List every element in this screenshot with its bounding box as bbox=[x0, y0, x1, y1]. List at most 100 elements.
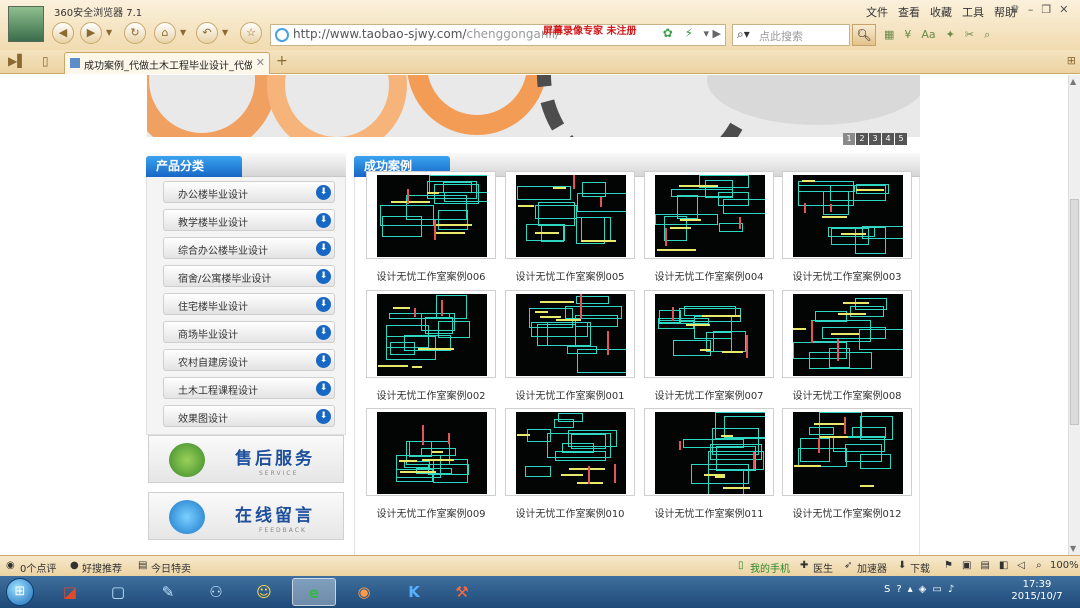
menu-file[interactable]: 文件 bbox=[866, 4, 888, 20]
case-title[interactable]: 设计无忧工作室案例009 bbox=[356, 505, 506, 520]
system-clock[interactable]: 17:39 2015/10/7 bbox=[1000, 579, 1074, 603]
scroll-down-icon[interactable]: ▼ bbox=[1070, 544, 1076, 553]
comments-count[interactable]: 0个点评 bbox=[20, 560, 56, 575]
recommend-icon[interactable]: ● bbox=[70, 560, 79, 571]
case-title[interactable]: 设计无忧工作室案例010 bbox=[495, 505, 645, 520]
translate-icon[interactable]: Aa bbox=[921, 28, 935, 42]
category-item[interactable]: 效果图设计 ⬇ bbox=[163, 405, 335, 427]
undo-dropdown-icon[interactable]: ▼ bbox=[222, 28, 228, 37]
system-tray-icons[interactable]: S?▴◈▭♪ bbox=[884, 584, 960, 595]
address-bar[interactable]: http://www.taobao-sjwy.com/chenggonganli… bbox=[270, 24, 726, 46]
zoom-level-icon[interactable]: ⌕ bbox=[1036, 560, 1042, 571]
menu-view[interactable]: 查看 bbox=[898, 4, 920, 20]
case-title[interactable]: 设计无忧工作室案例011 bbox=[634, 505, 784, 520]
category-item[interactable]: 综合办公楼毕业设计 ⬇ bbox=[163, 237, 335, 259]
comment-icon[interactable]: ◉ bbox=[6, 560, 15, 571]
doctor-link[interactable]: 医生 bbox=[813, 560, 833, 575]
phone-icon[interactable]: ▯ bbox=[738, 560, 744, 571]
qq-icon[interactable]: ☺ bbox=[242, 578, 286, 606]
menu-favorites[interactable]: 收藏 bbox=[930, 4, 952, 20]
skin-icon[interactable]: ♛ bbox=[1010, 3, 1020, 16]
search-button[interactable]: 🔍︎ bbox=[852, 24, 876, 46]
accelerator-link[interactable]: 加速器 bbox=[857, 560, 887, 575]
case-title[interactable]: 设计无忧工作室案例001 bbox=[495, 387, 645, 402]
category-item[interactable]: 住宅楼毕业设计 ⬇ bbox=[163, 293, 335, 315]
case-title[interactable]: 设计无忧工作室案例003 bbox=[772, 268, 922, 283]
case-title[interactable]: 设计无忧工作室案例008 bbox=[772, 387, 922, 402]
case-thumbnail[interactable] bbox=[782, 171, 912, 259]
apps-icon[interactable]: ▦ bbox=[884, 28, 894, 42]
doctor-icon[interactable]: ✚ bbox=[800, 560, 808, 571]
recorder-icon[interactable]: ◉ bbox=[342, 578, 386, 606]
undo-icon[interactable]: ↶ bbox=[196, 22, 218, 44]
case-thumbnail[interactable] bbox=[782, 290, 912, 378]
case-thumbnail[interactable] bbox=[505, 290, 635, 378]
zoom-icon[interactable]: ⌕ bbox=[984, 28, 990, 42]
case-title[interactable]: 设计无忧工作室案例012 bbox=[772, 505, 922, 520]
banner-slideshow[interactable] bbox=[147, 75, 920, 137]
pencil-icon[interactable]: ✎ bbox=[146, 578, 190, 606]
sidebar-toggle-icon[interactable]: ▶▌ bbox=[8, 54, 26, 68]
search-box[interactable]: ⌕▾ 点此搜索 bbox=[732, 24, 850, 46]
status-tool-icons[interactable]: ⚑▣▤◧◁ bbox=[944, 560, 1034, 571]
money-icon[interactable]: ¥ bbox=[904, 28, 911, 42]
case-thumbnail[interactable] bbox=[782, 408, 912, 496]
address-dropdown-icon[interactable]: ▾ ▶ bbox=[704, 27, 721, 40]
tab-current[interactable]: 成功案例_代做土木工程毕业设计_代做建筑 ✕ bbox=[64, 52, 270, 74]
close-icon[interactable]: ✕ bbox=[1059, 3, 1068, 16]
forward-icon[interactable]: ▶ bbox=[80, 22, 102, 44]
daily-sale-link[interactable]: 今日特卖 bbox=[151, 560, 191, 575]
download-link[interactable]: 下载 bbox=[910, 560, 930, 575]
banner-page-5[interactable]: 5 bbox=[895, 133, 907, 145]
category-item[interactable]: 土木工程课程设计 ⬇ bbox=[163, 377, 335, 399]
banner-page-2[interactable]: 2 bbox=[856, 133, 868, 145]
screenshot-icon[interactable]: ✂ bbox=[965, 28, 974, 42]
window-icon[interactable]: ▢ bbox=[96, 578, 140, 606]
category-item[interactable]: 商场毕业设计 ⬇ bbox=[163, 321, 335, 343]
new-tab-icon[interactable]: + bbox=[276, 53, 288, 69]
scrollbar-thumb[interactable] bbox=[1070, 199, 1079, 425]
case-thumbnail[interactable] bbox=[366, 408, 496, 496]
banner-page-1[interactable]: 1 bbox=[843, 133, 855, 145]
category-item[interactable]: 教学楼毕业设计 ⬇ bbox=[163, 209, 335, 231]
maximize-icon[interactable]: ❐ bbox=[1041, 3, 1051, 16]
case-title[interactable]: 设计无忧工作室案例005 bbox=[495, 268, 645, 283]
tab-menu-icon[interactable]: ⊞ bbox=[1067, 54, 1076, 67]
case-thumbnail[interactable] bbox=[505, 408, 635, 496]
home-icon[interactable]: ⌂ bbox=[154, 22, 176, 44]
category-item[interactable]: 农村自建房设计 ⬇ bbox=[163, 349, 335, 371]
zoom-level[interactable]: 100% bbox=[1050, 560, 1079, 571]
banner-page-4[interactable]: 4 bbox=[882, 133, 894, 145]
case-title[interactable]: 设计无忧工作室案例004 bbox=[634, 268, 784, 283]
my-phone-link[interactable]: 我的手机 bbox=[750, 560, 790, 575]
search-engine-icon[interactable]: ⌕▾ bbox=[737, 27, 750, 42]
network-icon[interactable]: ⚇ bbox=[194, 578, 238, 606]
url-text[interactable]: http://www.taobao-sjwy.com/chenggonganli… bbox=[293, 27, 559, 41]
refresh-icon[interactable]: ↻ bbox=[124, 22, 146, 44]
case-thumbnail[interactable] bbox=[366, 290, 496, 378]
case-title[interactable]: 设计无忧工作室案例007 bbox=[634, 387, 784, 402]
page-icon[interactable]: ▯ bbox=[42, 54, 49, 68]
gift-icon[interactable]: ✦ bbox=[946, 28, 955, 42]
address-action-icons[interactable]: ✿ ⚡ bbox=[663, 26, 697, 40]
browser-icon[interactable]: e bbox=[292, 578, 336, 606]
case-thumbnail[interactable] bbox=[505, 171, 635, 259]
case-title[interactable]: 设计无忧工作室案例002 bbox=[356, 387, 506, 402]
menu-tools[interactable]: 工具 bbox=[962, 4, 984, 20]
online-message-banner[interactable]: 在线留言 FEEDBACK bbox=[148, 492, 344, 540]
category-item[interactable]: 办公楼毕业设计 ⬇ bbox=[163, 181, 335, 203]
minimize-icon[interactable]: – bbox=[1028, 3, 1034, 16]
after-sales-service-banner[interactable]: 售后服务 SERVICE bbox=[148, 435, 344, 483]
case-title[interactable]: 设计无忧工作室案例006 bbox=[356, 268, 506, 283]
case-thumbnail[interactable] bbox=[644, 290, 774, 378]
start-button[interactable]: ⊞ bbox=[6, 578, 34, 606]
category-item[interactable]: 宿舍/公寓楼毕业设计 ⬇ bbox=[163, 265, 335, 287]
case-thumbnail[interactable] bbox=[644, 408, 774, 496]
scroll-up-icon[interactable]: ▲ bbox=[1070, 77, 1076, 86]
back-icon[interactable]: ◀ bbox=[52, 22, 74, 44]
home-dropdown-icon[interactable]: ▼ bbox=[180, 28, 186, 37]
360-icon[interactable]: ◪ bbox=[48, 578, 92, 606]
sale-icon[interactable]: ▤ bbox=[138, 560, 147, 571]
case-thumbnail[interactable] bbox=[644, 171, 774, 259]
case-thumbnail[interactable] bbox=[366, 171, 496, 259]
